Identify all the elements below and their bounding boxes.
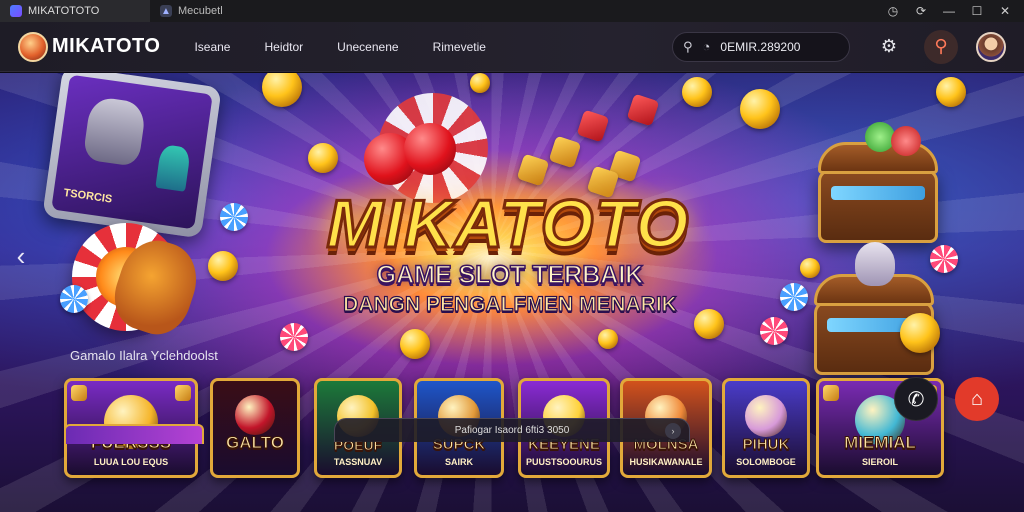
- minimize-icon[interactable]: —: [942, 4, 956, 18]
- poker-chip-icon: [930, 245, 958, 273]
- game-subtitle: HUSIKAWANALE: [629, 457, 703, 467]
- tab-favicon-icon: ▲: [160, 5, 172, 17]
- search-input[interactable]: ⚲ ◔ 0EMIR.289200: [672, 31, 850, 62]
- carousel-prev-button[interactable]: ‹: [10, 241, 32, 271]
- game-subtitle: TASSNUAV: [333, 457, 383, 467]
- history-icon[interactable]: ◷: [886, 4, 900, 18]
- coin-icon: [682, 77, 712, 107]
- nav-link-2[interactable]: Heidtor: [264, 40, 303, 54]
- game-art-icon: [745, 395, 787, 437]
- treasure-chest-icon: [818, 122, 938, 243]
- hero-banner: TSORCIS MIKATOTO GAME SLOT TERBAIK DANGN…: [0, 73, 1024, 512]
- logo-mascot-icon: [18, 31, 48, 62]
- game-title: MIEMIAL: [844, 433, 917, 453]
- game-title: GALTO: [226, 433, 285, 453]
- game-subtitle: LUUA LOU EQUS: [93, 457, 169, 467]
- tab-label: MIKATOTOTO: [28, 5, 100, 17]
- coin-icon: [208, 251, 238, 281]
- close-icon[interactable]: ✕: [998, 4, 1012, 18]
- logo-text: MIKATOTO: [52, 35, 161, 57]
- game-subtitle: SOLOMBOGE: [736, 457, 796, 467]
- game-card[interactable]: GALTO: [210, 378, 300, 478]
- coin-icon: [900, 313, 940, 353]
- coin-icon: [740, 89, 780, 129]
- game-subtitle: PUUSTSOOURUS: [525, 457, 602, 467]
- maximize-icon[interactable]: ☐: [970, 4, 984, 18]
- settings-icon[interactable]: ⚙: [872, 30, 906, 64]
- home-icon[interactable]: ⌂: [955, 377, 999, 421]
- coin-icon: [800, 258, 820, 278]
- nav-link-1[interactable]: Iseane: [194, 40, 230, 54]
- coin-icon: [936, 77, 966, 107]
- top-navbar: MIKATOTO Iseane Heidtor Unecenene Rimeve…: [0, 22, 1024, 72]
- search-value: 0EMIR.289200: [720, 39, 801, 54]
- coin-icon: [308, 143, 338, 173]
- poker-chip-icon: [760, 317, 788, 345]
- nav-link-3[interactable]: Unecenene: [337, 40, 398, 54]
- tablet-illustration: TSORCIS: [42, 73, 222, 239]
- poker-chip-icon: [220, 203, 248, 231]
- wolf-icon: [82, 95, 147, 167]
- status-close-icon[interactable]: ›: [665, 423, 681, 439]
- poker-chip-icon: [60, 285, 88, 313]
- game-title: PIHUK: [742, 436, 790, 454]
- section-title: Gamalo Ilalra Yclehdoolst: [70, 348, 218, 363]
- tablet-text: TSORCIS: [62, 186, 113, 206]
- tab-mikatoto[interactable]: MIKATOTOTO: [0, 0, 150, 22]
- coin-icon: [470, 73, 490, 93]
- window-titlebar: MIKATOTOTO ▲ Mecubetl ◷ ⟳ — ☐ ✕: [0, 0, 1024, 22]
- site-logo[interactable]: MIKATOTO: [18, 31, 161, 62]
- coin-icon: [400, 329, 430, 359]
- search-icon: ⚲: [683, 38, 693, 54]
- phone-icon[interactable]: ✆: [894, 377, 938, 421]
- next-row-card-peek[interactable]: [64, 424, 204, 444]
- nav-link-4[interactable]: Rimevetie: [433, 40, 486, 54]
- game-subtitle: SAIRK: [444, 457, 473, 467]
- character-icon: [155, 144, 192, 192]
- hero-title: MIKATOTO: [325, 185, 690, 264]
- hero-tagline: DANGN PENGALFMEN MENARIK: [343, 292, 678, 316]
- cat-icon: [855, 242, 895, 286]
- app-icon: [10, 5, 22, 17]
- game-subtitle: SIEROIL: [861, 457, 898, 467]
- sync-icon[interactable]: ⟳: [914, 4, 928, 18]
- avatar[interactable]: [976, 31, 1006, 62]
- tab-label: Mecubetl: [178, 5, 223, 17]
- info-icon: ◔: [702, 39, 711, 54]
- status-text: Pafiogar Isaord 6fti3 3050: [454, 425, 570, 436]
- search-button-icon[interactable]: ⚲: [924, 29, 958, 64]
- hero-subtitle: GAME SLOT TERBAIK: [376, 260, 644, 290]
- poker-chip-icon: [780, 283, 808, 311]
- poker-chip-icon: [280, 323, 308, 351]
- status-bar: Pafiogar Isaord 6fti3 3050 ›: [334, 418, 690, 442]
- tab-secondary[interactable]: ▲ Mecubetl: [150, 0, 320, 22]
- cherry-icon: [404, 123, 456, 175]
- game-art-icon: [235, 395, 275, 435]
- game-card[interactable]: PIHUK SOLOMBOGE: [722, 378, 810, 478]
- main-nav: Iseane Heidtor Unecenene Rimevetie: [194, 40, 485, 54]
- coin-icon: [598, 329, 618, 349]
